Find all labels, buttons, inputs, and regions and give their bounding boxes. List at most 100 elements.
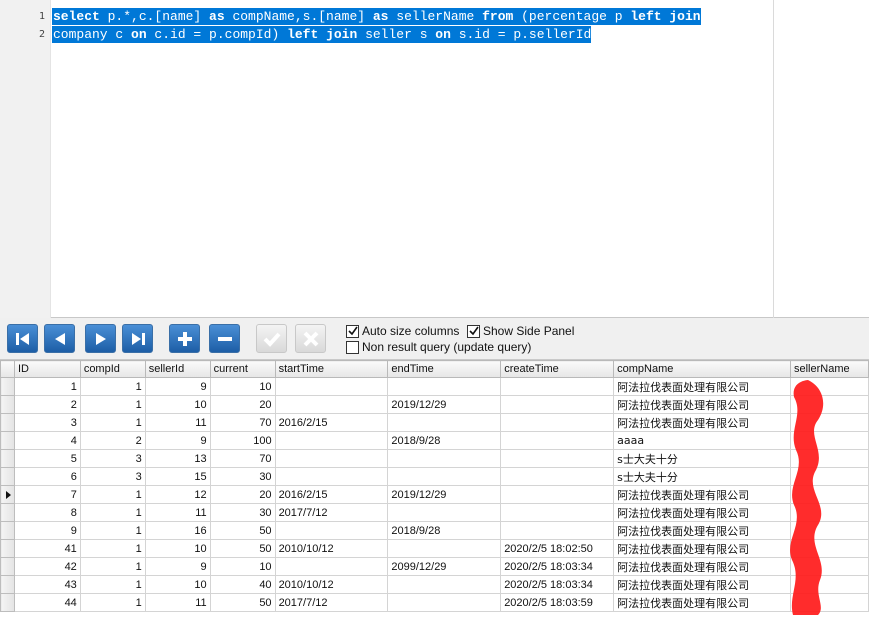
cell-current[interactable]: 20	[209, 485, 276, 504]
column-header-current[interactable]: current	[209, 360, 276, 378]
sql-editor[interactable]: 1 2 select p.*,c.[name] as compName,s.[n…	[0, 0, 869, 318]
row-indicator[interactable]	[0, 521, 15, 540]
cell-createTime[interactable]	[500, 485, 615, 504]
cell-current[interactable]: 40	[209, 575, 276, 594]
cell-current[interactable]: 70	[209, 413, 276, 432]
cell-ID[interactable]: 43	[13, 575, 81, 594]
cell-compName[interactable]: aaaa	[613, 431, 791, 450]
cell-compId[interactable]: 3	[79, 467, 146, 486]
cell-startTime[interactable]	[274, 521, 389, 540]
row-indicator[interactable]	[0, 557, 15, 576]
show-side-panel-checkbox[interactable]	[467, 324, 480, 338]
cell-compName[interactable]: 阿法拉伐表面处理有限公司	[613, 557, 791, 576]
row-indicator[interactable]	[0, 575, 15, 594]
column-header-createTime[interactable]: createTime	[500, 360, 615, 378]
cell-endTime[interactable]	[387, 467, 502, 486]
sql-line-1[interactable]: select p.*,c.[name] as compName,s.[name]…	[52, 8, 701, 25]
cell-endTime[interactable]: 2019/12/29	[387, 395, 502, 414]
cell-compId[interactable]: 1	[79, 575, 146, 594]
cell-compName[interactable]: s士大夫十分	[613, 449, 791, 468]
table-row[interactable]: 5 3 13 70 s士大夫十分	[0, 449, 869, 468]
table-row[interactable]: 4 2 9 100 2018/9/28 aaaa	[0, 431, 869, 450]
cell-compName[interactable]: 阿法拉伐表面处理有限公司	[613, 575, 791, 594]
cell-startTime[interactable]	[274, 557, 389, 576]
cell-endTime[interactable]	[387, 503, 502, 522]
cell-startTime[interactable]	[274, 395, 389, 414]
cell-endTime[interactable]	[387, 539, 502, 558]
row-indicator[interactable]	[0, 467, 15, 486]
table-row[interactable]: 41 1 10 50 2010/10/12 2020/2/5 18:02:50 阿法拉伐表面…	[0, 539, 869, 558]
cell-sellerId[interactable]: 11	[144, 413, 211, 432]
cell-current[interactable]: 30	[209, 503, 276, 522]
cell-compName[interactable]: 阿法拉伐表面处理有限公司	[613, 521, 791, 540]
add-record-button[interactable]	[169, 324, 200, 353]
cell-current[interactable]: 50	[209, 521, 276, 540]
cell-createTime[interactable]	[500, 377, 615, 396]
cell-ID[interactable]: 8	[13, 503, 81, 522]
cell-current[interactable]: 100	[209, 431, 276, 450]
auto-size-columns-option[interactable]: Auto size columns	[346, 324, 459, 338]
table-row[interactable]: 1 1 9 10 阿法拉伐表面处理有限公司	[0, 377, 869, 396]
column-header-startTime[interactable]: startTime	[274, 360, 389, 378]
cell-compId[interactable]: 1	[79, 521, 146, 540]
cell-compName[interactable]: 阿法拉伐表面处理有限公司	[613, 377, 791, 396]
cell-endTime[interactable]: 2099/12/29	[387, 557, 502, 576]
cell-createTime[interactable]	[500, 467, 615, 486]
cell-startTime[interactable]: 2016/2/15	[274, 485, 389, 504]
cell-ID[interactable]: 9	[13, 521, 81, 540]
table-row[interactable]: 6 3 15 30 s士大夫十分	[0, 467, 869, 486]
cell-createTime[interactable]	[500, 395, 615, 414]
column-header-endTime[interactable]: endTime	[387, 360, 502, 378]
cell-createTime[interactable]: 2020/2/5 18:03:59	[500, 593, 615, 612]
cell-sellerId[interactable]: 10	[144, 539, 211, 558]
cell-ID[interactable]: 7	[13, 485, 81, 504]
delete-record-button[interactable]	[209, 324, 240, 353]
cell-startTime[interactable]: 2016/2/15	[274, 413, 389, 432]
column-header-compId[interactable]: compId	[79, 360, 146, 378]
cell-startTime[interactable]	[274, 377, 389, 396]
cell-startTime[interactable]	[274, 467, 389, 486]
cell-ID[interactable]: 2	[13, 395, 81, 414]
cell-endTime[interactable]: 2019/12/29	[387, 485, 502, 504]
cell-compId[interactable]: 1	[79, 539, 146, 558]
row-indicator[interactable]	[0, 431, 15, 450]
column-header-compName[interactable]: compName	[613, 360, 791, 378]
cell-endTime[interactable]	[387, 413, 502, 432]
column-header-ID[interactable]: ID	[13, 360, 81, 378]
auto-size-columns-checkbox[interactable]	[346, 324, 359, 338]
cell-startTime[interactable]: 2010/10/12	[274, 539, 389, 558]
table-row[interactable]: 3 1 11 70 2016/2/15 阿法拉伐表面处理有限公司	[0, 413, 869, 432]
cell-sellerId[interactable]: 10	[144, 395, 211, 414]
cell-endTime[interactable]	[387, 593, 502, 612]
cell-compName[interactable]: 阿法拉伐表面处理有限公司	[613, 485, 791, 504]
cell-endTime[interactable]: 2018/9/28	[387, 521, 502, 540]
cell-sellerId[interactable]: 11	[144, 593, 211, 612]
cell-createTime[interactable]	[500, 449, 615, 468]
cell-startTime[interactable]	[274, 431, 389, 450]
first-record-button[interactable]	[7, 324, 38, 353]
cell-endTime[interactable]	[387, 377, 502, 396]
cell-createTime[interactable]	[500, 431, 615, 450]
cell-compName[interactable]: 阿法拉伐表面处理有限公司	[613, 413, 791, 432]
cell-current[interactable]: 70	[209, 449, 276, 468]
table-row[interactable]: 8 1 11 30 2017/7/12 阿法拉伐表面处理有限公司	[0, 503, 869, 522]
cell-sellerId[interactable]: 10	[144, 575, 211, 594]
cell-sellerId[interactable]: 12	[144, 485, 211, 504]
show-side-panel-option[interactable]: Show Side Panel	[467, 324, 574, 338]
cell-current[interactable]: 20	[209, 395, 276, 414]
cell-endTime[interactable]	[387, 449, 502, 468]
cell-sellerId[interactable]: 13	[144, 449, 211, 468]
cell-createTime[interactable]	[500, 413, 615, 432]
sql-line-2[interactable]: company c on c.id = p.compId) left join …	[52, 26, 592, 43]
row-indicator[interactable]	[0, 503, 15, 522]
cell-ID[interactable]: 3	[13, 413, 81, 432]
cell-sellerId[interactable]: 15	[144, 467, 211, 486]
cell-sellerId[interactable]: 9	[144, 557, 211, 576]
cell-startTime[interactable]	[274, 449, 389, 468]
cell-compId[interactable]: 1	[79, 413, 146, 432]
cell-compName[interactable]: 阿法拉伐表面处理有限公司	[613, 503, 791, 522]
post-edit-button[interactable]	[256, 324, 287, 353]
cell-compId[interactable]: 1	[79, 377, 146, 396]
cell-startTime[interactable]: 2010/10/12	[274, 575, 389, 594]
row-indicator[interactable]	[0, 539, 15, 558]
